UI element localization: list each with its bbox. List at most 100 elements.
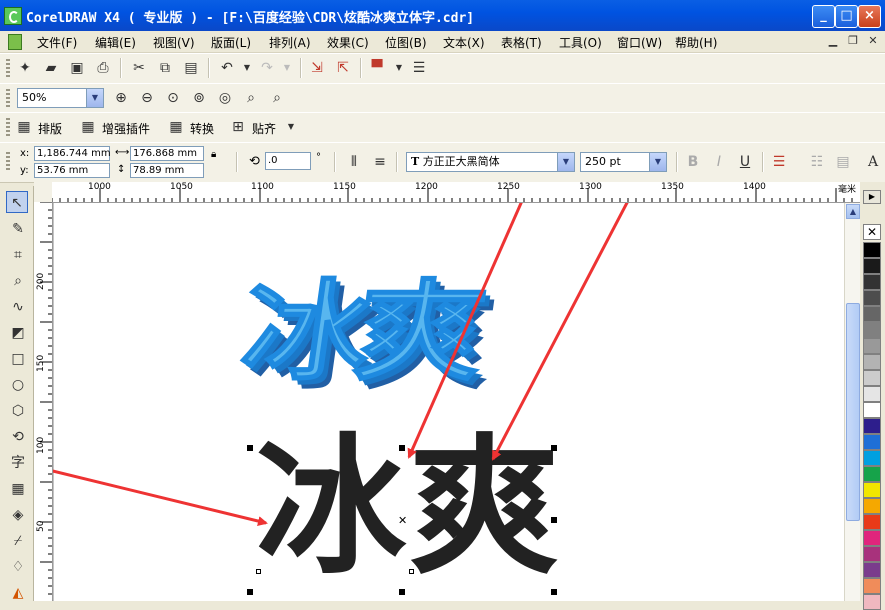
mirror-horizontal-icon[interactable]: ⫴ (343, 151, 365, 173)
snap-dropdown-icon[interactable]: ▼ (280, 116, 302, 138)
color-swatch[interactable] (863, 434, 881, 450)
zoom-page-width-icon[interactable]: ⌕ (240, 87, 262, 109)
color-swatch[interactable] (863, 578, 881, 594)
pick-tool-icon[interactable]: ↖ (6, 191, 28, 213)
crop-tool-icon[interactable]: ⌗ (7, 244, 29, 266)
zoom-page-height-icon[interactable]: ⌕ (266, 87, 288, 109)
color-swatch[interactable] (863, 322, 881, 338)
zoom-page-icon[interactable]: ◎ (214, 87, 236, 109)
width-field[interactable]: 176.868 mm (130, 146, 204, 161)
menu-view[interactable]: 视图(V) (153, 34, 195, 51)
menu-tools[interactable]: 工具(O) (559, 34, 602, 51)
chevron-down-icon[interactable]: ▼ (649, 153, 666, 171)
zoom-selected-icon[interactable]: ⊙ (162, 87, 184, 109)
application-launcher-icon[interactable]: ▀ (366, 57, 388, 79)
rectangle-tool-icon[interactable]: □ (7, 348, 29, 370)
document-icon[interactable] (8, 34, 22, 50)
new-document-icon[interactable]: ✦ (14, 57, 36, 79)
palette-scroll-up-icon[interactable]: ▶ (863, 190, 881, 204)
undo-dropdown-icon[interactable]: ▼ (236, 57, 258, 79)
menu-layout[interactable]: 版面(L) (211, 34, 251, 51)
save-icon[interactable]: ▣ (66, 57, 88, 79)
polygon-tool-icon[interactable]: ⬡ (7, 400, 29, 422)
smart-fill-tool-icon[interactable]: ◩ (7, 322, 29, 344)
color-swatch[interactable] (863, 498, 881, 514)
color-swatch[interactable] (863, 418, 881, 434)
snap-plugin-icon[interactable]: ⊞ (228, 116, 248, 138)
enhance-plugin-button[interactable]: 增强插件 (102, 120, 150, 137)
ellipse-tool-icon[interactable]: ○ (7, 374, 29, 396)
color-swatch[interactable] (863, 354, 881, 370)
zoom-out-icon[interactable]: ⊖ (136, 87, 158, 109)
rotation-angle-field[interactable]: .0 (265, 152, 311, 170)
horizontal-ruler[interactable]: 1000 1050 1100 1150 1200 1250 1300 1350 … (52, 182, 860, 203)
cut-icon[interactable]: ✂ (128, 57, 150, 79)
freehand-tool-icon[interactable]: ∿ (7, 296, 29, 318)
minimize-button[interactable]: _ (812, 5, 835, 28)
color-swatch[interactable] (863, 514, 881, 530)
color-swatch[interactable] (863, 594, 881, 610)
zoom-all-objects-icon[interactable]: ⊚ (188, 87, 210, 109)
menu-text[interactable]: 文本(X) (443, 34, 485, 51)
import-icon[interactable]: ⇲ (306, 57, 328, 79)
enhance-plugin-icon[interactable]: ▦ (78, 116, 98, 138)
color-swatch[interactable] (863, 450, 881, 466)
color-swatch[interactable] (863, 402, 881, 418)
snap-plugin-button[interactable]: 贴齐 (252, 120, 276, 137)
color-swatch[interactable] (863, 290, 881, 306)
redo-dropdown-icon[interactable]: ▼ (276, 57, 298, 79)
coreldraw-app-icon[interactable] (4, 7, 22, 25)
scroll-up-icon[interactable]: ▲ (846, 204, 860, 219)
doc-close-icon[interactable]: ✕ (866, 34, 880, 47)
color-swatch[interactable] (863, 338, 881, 354)
x-position-field[interactable]: 1,186.744 mm (34, 146, 111, 161)
doc-minimize-icon[interactable]: ▁ (826, 34, 840, 47)
y-position-field[interactable]: 53.76 mm (34, 163, 110, 178)
height-field[interactable]: 78.89 mm (130, 163, 204, 178)
color-swatch[interactable] (863, 274, 881, 290)
convert-plugin-button[interactable]: 转换 (190, 120, 214, 137)
color-swatch[interactable] (863, 370, 881, 386)
text-align-icon[interactable]: ☰ (768, 151, 790, 173)
edit-text-icon[interactable]: A (862, 151, 884, 173)
color-swatch[interactable] (863, 546, 881, 562)
zoom-in-icon[interactable]: ⊕ (110, 87, 132, 109)
extrude-tool-icon[interactable]: ◈ (7, 504, 29, 526)
color-swatch[interactable] (863, 242, 881, 258)
table-tool-icon[interactable]: ▦ (7, 478, 29, 500)
outline-tool-icon[interactable]: ♢ (7, 556, 29, 578)
font-family-select[interactable]: T 方正正大黑简体 ▼ (406, 152, 575, 172)
eyedropper-tool-icon[interactable]: ⌿ (7, 530, 29, 552)
color-swatch[interactable] (863, 562, 881, 578)
zoom-tool-icon[interactable]: ⌕ (7, 270, 29, 292)
menu-help[interactable]: 帮助(H) (675, 34, 717, 51)
options-icon[interactable]: ☰ (408, 57, 430, 79)
zoom-level-select[interactable]: 50% ▼ (17, 88, 104, 108)
toolbar-grip[interactable] (6, 152, 10, 170)
bullets-icon[interactable]: ☷ (806, 151, 828, 173)
menu-file[interactable]: 文件(F) (37, 34, 77, 51)
shape-tool-icon[interactable]: ✎ (7, 218, 29, 240)
menu-window[interactable]: 窗口(W) (617, 34, 662, 51)
print-icon[interactable]: ⎙ (92, 57, 114, 79)
redo-icon[interactable]: ↷ (256, 57, 278, 79)
bold-icon[interactable]: B (682, 151, 704, 173)
menu-edit[interactable]: 编辑(E) (95, 34, 136, 51)
no-color-swatch[interactable]: ✕ (863, 224, 881, 240)
layout-plugin-button[interactable]: 排版 (38, 120, 62, 137)
chevron-down-icon[interactable]: ▼ (557, 153, 574, 171)
scrollbar-thumb[interactable] (846, 303, 860, 521)
color-swatch[interactable] (863, 466, 881, 482)
drawing-canvas[interactable]: 冰爽 冰爽 冰爽 冰 爽 ✕ (53, 203, 844, 601)
toolbar-grip[interactable] (6, 59, 10, 77)
underline-icon[interactable]: U (734, 151, 756, 173)
toolbar-grip[interactable] (6, 89, 10, 107)
menu-effects[interactable]: 效果(C) (327, 34, 369, 51)
open-folder-icon[interactable]: ▰ (40, 57, 62, 79)
menu-table[interactable]: 表格(T) (501, 34, 542, 51)
paste-icon[interactable]: ▤ (180, 57, 202, 79)
undo-icon[interactable]: ↶ (216, 57, 238, 79)
layout-plugin-icon[interactable]: ▦ (14, 116, 34, 138)
vertical-scrollbar[interactable]: ▲ (844, 203, 861, 601)
basic-shapes-tool-icon[interactable]: ⟲ (7, 426, 29, 448)
